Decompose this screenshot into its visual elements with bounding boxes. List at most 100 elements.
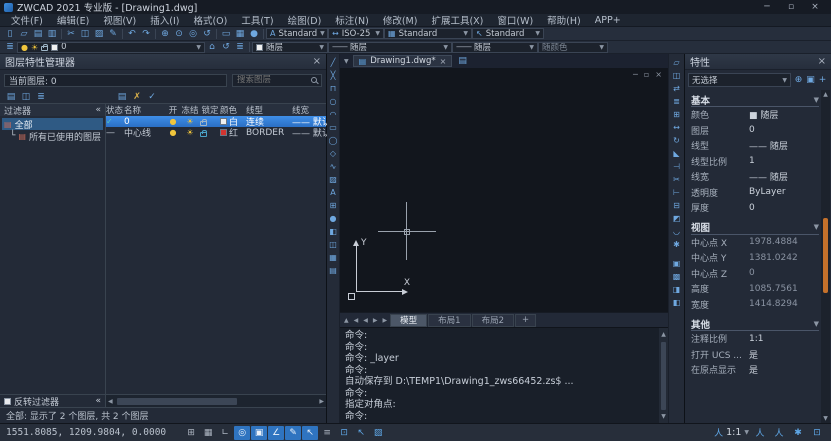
hscroll-thumb[interactable] [117,398,237,405]
chevron-down-icon[interactable]: ▼ [599,44,604,51]
polygon-icon[interactable]: ◇ [327,147,339,160]
prop-center-y[interactable]: 中心点 Y1381.0242 [691,250,819,266]
minimize-drawing-icon[interactable]: ─ [633,70,638,79]
block-icon[interactable]: ▦ [327,251,339,264]
color-combo[interactable]: 随层 ▼ [252,42,328,53]
chevron-down-icon[interactable]: ▼ [535,30,540,37]
tab-nav-next-icon[interactable]: ▶ [371,317,380,324]
properties-scroll-thumb[interactable] [823,218,828,293]
otrack-toggle-icon[interactable]: ∠ [268,426,284,440]
rotate-icon[interactable]: ↻ [671,134,683,147]
col-on[interactable]: 开 [166,104,180,116]
col-freeze[interactable]: 冻结 [180,104,200,116]
zoom-window-icon[interactable]: ◎ [186,28,200,40]
cut-icon[interactable]: ✂ [64,28,78,40]
match-properties-icon[interactable]: ✎ [106,28,120,40]
open-icon[interactable]: ▱ [17,28,31,40]
add-layout-tab[interactable]: + [515,314,536,327]
col-status[interactable]: 状态 [106,104,124,116]
explode-icon[interactable]: ✱ [671,238,683,251]
scale-icon[interactable]: ◣ [671,147,683,160]
menu-insert[interactable]: 插入(I) [143,13,186,27]
menu-draw[interactable]: 绘图(D) [281,13,329,27]
menu-express-tools[interactable]: 扩展工具(X) [424,13,490,27]
drawing-canvas[interactable]: ─ ▫ × Y X [340,68,668,312]
break-icon[interactable]: ⊟ [671,199,683,212]
select-objects-icon[interactable]: ▣ [805,74,816,86]
menu-file[interactable]: 文件(F) [4,13,50,27]
menu-help[interactable]: 帮助(H) [540,13,588,27]
layer-color-cell[interactable]: 红 [220,126,246,139]
filter-item-used-layers[interactable]: └ ▤ 所有已使用的图层 [2,130,103,142]
layer-lock-cell[interactable] [200,118,220,126]
new-icon[interactable]: ▯ [3,28,17,40]
copy-icon[interactable]: ◫ [78,28,92,40]
redo-icon[interactable]: ↷ [139,28,153,40]
mirror-icon[interactable]: ⇄ [671,82,683,95]
menu-view[interactable]: 视图(V) [96,13,143,27]
viewport-icon[interactable]: ● [247,28,261,40]
annotation-visibility-icon[interactable]: 人 [752,426,768,440]
table-style-combo[interactable]: ▦ Standard ▼ [384,28,472,39]
prop-layer[interactable]: 图层0 [691,123,819,139]
collapse-icon[interactable]: « [95,396,101,406]
menu-edit[interactable]: 编辑(E) [50,13,96,27]
plot-icon[interactable]: ▥ [45,28,59,40]
menu-window[interactable]: 窗口(W) [490,13,540,27]
restore-drawing-icon[interactable]: ▫ [644,70,649,79]
prop-color[interactable]: 颜色■ 随层 [691,107,819,123]
text-style-combo[interactable]: A Standard ▼ [266,28,328,39]
layer-list-hscrollbar[interactable]: ◀ ▶ [106,395,326,407]
prop-linetype-scale[interactable]: 线型比例1 [691,154,819,170]
close-drawing-icon[interactable]: × [655,70,662,79]
ellipse-icon[interactable]: ◯ [327,134,339,147]
layer-previous-icon[interactable]: ↺ [219,41,233,53]
menu-tools[interactable]: 工具(T) [234,13,280,27]
prop-height[interactable]: 高度1085.7561 [691,281,819,297]
new-layer-icon[interactable]: ▤ [115,91,129,103]
zoom-realtime-icon[interactable]: ⊙ [172,28,186,40]
extend-icon[interactable]: ⊢ [671,186,683,199]
layer-states-icon[interactable]: ≣ [233,41,247,53]
auto-annotation-icon[interactable]: 人 [771,426,787,440]
close-icon[interactable]: × [818,56,826,67]
draworder-back-icon[interactable]: ▩ [671,270,683,283]
chevron-down-icon[interactable]: ▼ [196,44,201,51]
chevron-down-icon[interactable]: ▼ [319,44,324,51]
draworder-below-icon[interactable]: ◧ [671,296,683,309]
new-group-filter-icon[interactable]: ◫ [19,91,33,103]
scroll-up-icon[interactable]: ▲ [823,91,828,98]
chevron-down-icon[interactable]: ▼ [529,44,534,51]
invert-filter-control[interactable]: 反转过滤器 « [0,395,106,407]
fillet-icon[interactable]: ◡ [671,225,683,238]
scroll-up-icon[interactable]: ▲ [661,329,666,341]
layer-freeze-sun-icon[interactable]: ☀ [180,117,200,126]
delete-layer-icon[interactable]: ✗ [130,91,144,103]
lineweight-combo[interactable]: —— 随层 ▼ [452,42,538,53]
layer-search-input[interactable] [237,75,307,85]
plotstyle-combo[interactable]: 随颜色 ▼ [538,42,608,53]
layer-lock-cell[interactable] [200,129,220,137]
new-drawing-icon[interactable]: ▤ [454,56,471,66]
ortho-toggle-icon[interactable]: ∟ [217,426,233,440]
prop-annotation-scale[interactable]: 注释比例1:1 [691,331,819,347]
tab-model[interactable]: 模型 [390,314,427,327]
prop-center-x[interactable]: 中心点 X1978.4884 [691,235,819,251]
prop-thickness[interactable]: 厚度0 [691,200,819,216]
osnap-toggle-icon[interactable]: ▣ [251,426,267,440]
mleader-style-combo[interactable]: ↖ Standard ▼ [472,28,544,39]
menu-dimension[interactable]: 标注(N) [328,13,376,27]
properties-scrollbar[interactable]: ▲ ▼ [821,90,830,423]
insert-block-icon[interactable]: ▤ [327,264,339,277]
prop-ucs-icon-on[interactable]: 打开 UCS ...是 [691,347,819,363]
undo-icon[interactable]: ↶ [125,28,139,40]
xline-icon[interactable]: ╳ [327,69,339,82]
draworder-above-icon[interactable]: ◨ [671,283,683,296]
snap-toggle-icon[interactable]: ⊞ [183,426,199,440]
collapse-section-icon[interactable]: ▼ [814,96,819,104]
prop-width[interactable]: 宽度1414.8294 [691,297,819,313]
properties-palette-icon[interactable]: ▭ [219,28,233,40]
minimize-button[interactable]: ─ [755,1,779,14]
layer-on-bulb-icon[interactable]: ● [166,128,180,137]
close-button[interactable]: × [803,1,827,14]
